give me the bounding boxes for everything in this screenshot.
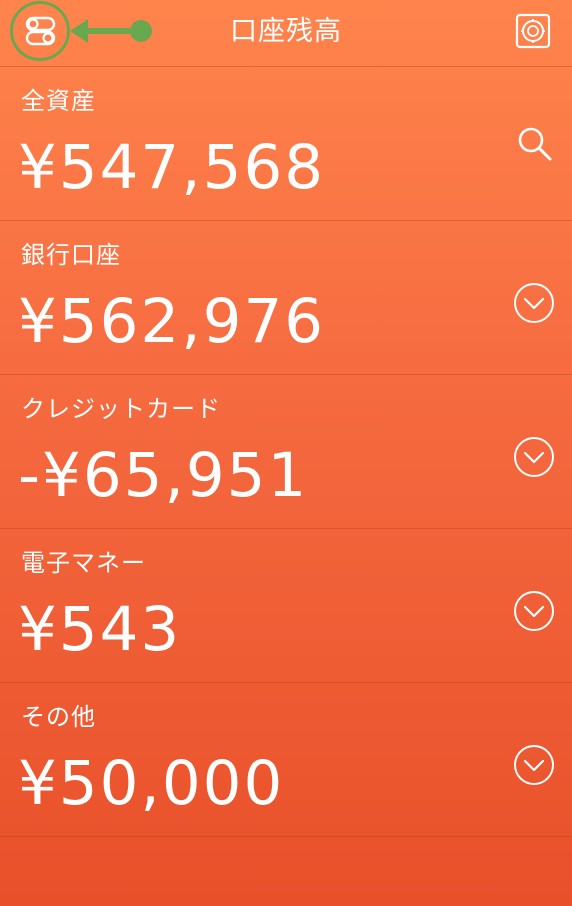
row-label: 全資産 [21,87,96,115]
row-amount: ¥547,568 [18,132,326,203]
chevron-down-circle-icon[interactable] [513,590,555,632]
other-row[interactable]: その他 ¥50,000 [0,683,572,837]
total-assets-row[interactable]: 全資産 ¥547,568 [0,67,572,221]
e-money-row[interactable]: 電子マネー ¥543 [0,529,572,683]
row-label: その他 [21,703,96,731]
chevron-down-circle-icon[interactable] [513,282,555,324]
chevron-down-circle-icon[interactable] [513,436,555,478]
chevron-down-circle-icon[interactable] [513,744,555,786]
row-amount: -¥65,951 [18,440,309,511]
row-amount: ¥50,000 [18,748,285,819]
row-amount: ¥543 [18,594,182,665]
empty-footer-area [0,842,572,906]
bank-account-row[interactable]: 銀行口座 ¥562,976 [0,221,572,375]
search-icon[interactable] [514,123,556,165]
row-label: クレジットカード [21,395,221,423]
row-label: 銀行口座 [21,241,121,269]
header-bar: 口座残高 [0,0,572,67]
row-label: 電子マネー [21,549,146,577]
account-balance-screen: 口座残高 全資産 ¥547,568 銀行口座 ¥562,976 クレジットカード [0,0,572,906]
safe-icon[interactable] [515,13,551,49]
credit-card-row[interactable]: クレジットカード -¥65,951 [0,375,572,529]
row-amount: ¥562,976 [18,286,326,357]
page-title: 口座残高 [230,16,342,47]
